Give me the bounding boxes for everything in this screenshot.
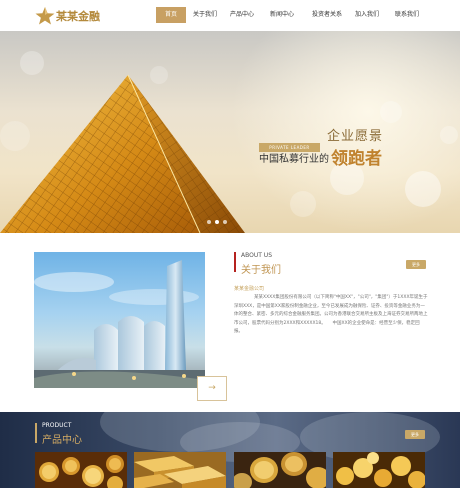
slogan-badge: PRIVATE LEADER	[259, 143, 320, 152]
product-title-accent	[35, 423, 37, 443]
pyramid-image	[0, 74, 245, 233]
product-card-gold-bars[interactable]	[134, 452, 226, 488]
nav-item-contact[interactable]: 联系我们	[392, 7, 422, 23]
about-title-accent	[234, 252, 236, 272]
site-header: 某某金融 首页 关于我们 产品中心 新闻中心 投资者关系 加入我们 联系我们	[0, 0, 460, 31]
nav-item-news[interactable]: 新闻中心	[267, 7, 297, 23]
product-card-gold-pile[interactable]	[333, 452, 425, 488]
product-card-gold-coins[interactable]	[35, 452, 127, 488]
nav-item-home[interactable]: 首页	[156, 7, 186, 23]
star-logo-icon	[35, 7, 55, 25]
carousel-dot[interactable]	[207, 220, 211, 224]
nav-item-join[interactable]: 加入我们	[352, 7, 382, 23]
carousel-dot-active[interactable]	[215, 220, 219, 224]
about-subtitle: 某某金融公司	[234, 286, 265, 292]
product-title-zh: 产品中心	[42, 435, 82, 446]
nav-item-about[interactable]: 关于我们	[190, 7, 220, 23]
product-title-en: PRODUCT	[42, 422, 72, 429]
about-more-button[interactable]: 更多	[406, 260, 426, 269]
carousel-dot[interactable]	[223, 220, 227, 224]
nav-item-products[interactable]: 产品中心	[227, 7, 257, 23]
arrow-right-icon: →	[208, 383, 216, 393]
logo[interactable]: 某某金融	[35, 6, 105, 26]
about-title-en: ABOUT US	[241, 252, 273, 259]
products-section: PRODUCT 产品中心 更多	[0, 412, 460, 488]
slogan-vision: 企业愿景	[327, 129, 384, 144]
product-card-coin-stack[interactable]	[234, 452, 326, 488]
about-title-zh: 关于我们	[241, 265, 281, 276]
slogan-main: 中国私募行业的	[259, 154, 329, 165]
logo-text: 某某金融	[56, 10, 100, 23]
nav-item-investors[interactable]: 投资者关系	[309, 7, 345, 23]
hero-banner[interactable]: 企业愿景 PRIVATE LEADER 中国私募行业的 领跑者	[0, 31, 460, 233]
products-more-button[interactable]: 更多	[405, 430, 425, 439]
about-body-text: 某某XXXX集团股份有限公司（以下简称"中国XX"，"公司"，"集团"）于1XX…	[234, 295, 428, 334]
about-more-arrow[interactable]: →	[197, 376, 227, 401]
carousel-dots	[207, 220, 227, 224]
slogan-leader: 领跑者	[331, 149, 382, 169]
about-building-image	[34, 252, 205, 388]
